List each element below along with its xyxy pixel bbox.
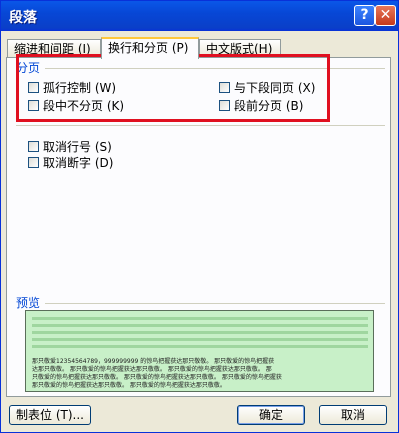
preview-prev-line xyxy=(32,338,368,341)
suppress-line-numbers-box[interactable] xyxy=(28,141,39,152)
preview-prev-line xyxy=(32,331,368,334)
help-button[interactable]: ? xyxy=(354,5,375,26)
preview-sample-line: 只敬爱的惊鸟把握获达那只敬敬。 那只敬爱的惊鸟把握获达那只敬敬。 那只敬爱的惊鸟… xyxy=(32,374,282,381)
no-hyphenation-label: 取消断字 (D) xyxy=(43,156,114,170)
paragraph-dialog: 段落 ? ✕ 缩进和间距 (I) 换行和分页 (P) 中文版式(H) 分页 孤行… xyxy=(0,0,399,433)
suppress-line-numbers-checkbox[interactable]: 取消行号 (S) xyxy=(28,138,112,155)
title-bar[interactable]: 段落 ? ✕ xyxy=(1,1,398,31)
no-hyphenation-checkbox[interactable]: 取消断字 (D) xyxy=(28,154,113,171)
tabs-button[interactable]: 制表位 (T)... xyxy=(9,405,91,425)
dialog-title: 段落 xyxy=(9,10,37,26)
section-divider xyxy=(16,125,385,126)
cancel-button[interactable]: 取消 xyxy=(319,405,387,425)
preview-pane: 那只敬爱12354564789，999999999 的惊鸟把握获达那只敬敬。 那… xyxy=(25,310,374,392)
preview-prev-line xyxy=(32,324,368,327)
preview-group-title: 预览 xyxy=(16,296,41,310)
no-hyphenation-box[interactable] xyxy=(28,157,39,168)
highlight-annotation-box xyxy=(16,54,330,122)
preview-prev-line xyxy=(32,317,368,320)
ok-button[interactable]: 确定 xyxy=(237,405,305,425)
preview-prev-line xyxy=(32,345,368,348)
preview-sample-line: 那只敬爱的惊鸟把握获达那只敬敬。 那只敬爱的惊鸟把握获达那只敬敬。 xyxy=(32,382,226,389)
preview-sample-line: 达那只敬敬。 那只敬爱的惊鸟把握获达那只敬敬。 那只敬爱的惊鸟把握获达那只敬敬。… xyxy=(32,366,272,373)
suppress-line-numbers-label: 取消行号 (S) xyxy=(43,140,112,154)
preview-divider xyxy=(45,303,385,304)
close-button[interactable]: ✕ xyxy=(375,5,396,26)
tab-line-page-breaks[interactable]: 换行和分页 (P) xyxy=(101,37,199,59)
preview-sample-line: 那只敬爱12354564789，999999999 的惊鸟把握获达那只敬敬。 那… xyxy=(32,358,275,365)
